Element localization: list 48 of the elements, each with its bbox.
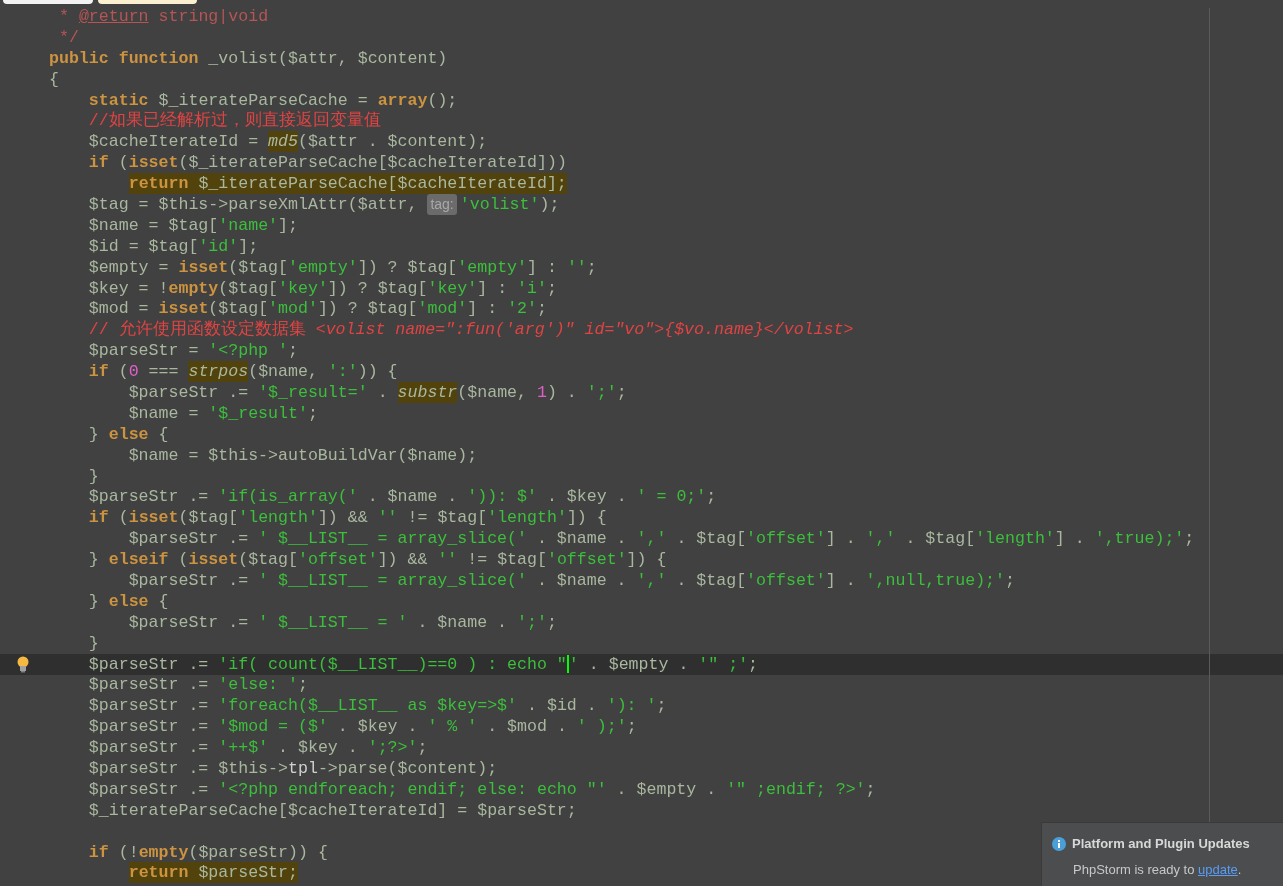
code-line: // 允许使用函数设定数据集 <volist name=":fun('arg')" id="vo">{$vo.name}</volist> — [87, 319, 854, 341]
code-line: $parseStr .= ' $__LIST__ = array_slice(' . $name . ',' . $tag['offset'] . ',' . $tag['length'] . ',true);'; — [127, 528, 1195, 550]
code-line: $cacheIterateId = md5($attr . $content); — [87, 131, 488, 153]
lightbulb-icon[interactable] — [16, 655, 30, 673]
code-line: $parseStr .= 'foreach($__LIST__ as $key=>$' . $id . '): '; — [87, 695, 667, 717]
code-line: return $_iterateParseCache[$cacheIterateId]; — [127, 173, 567, 195]
code-line: } else { — [87, 590, 169, 612]
code-line: $parseStr .= ' $__LIST__ = array_slice(' . $name . ',' . $tag['offset'] . ',null,true);'; — [127, 570, 1015, 591]
code-line: $parseStr .= 'if(is_array(' . $name . ')): $' . $key . ' = 0;'; — [87, 486, 717, 508]
code-line: $parseStr .= ' $__LIST__ = ' . $name . ';'; — [127, 611, 557, 633]
info-icon — [1052, 836, 1066, 851]
code-line: $parseStr .= '$_result=' . substr($name, 1) . ';'; — [127, 382, 627, 403]
code-line: */ — [57, 26, 79, 48]
code-line: if (isset($_iterateParseCache[$cacheIterateId])) — [87, 152, 567, 174]
code-line: $parseStr .= '++$' . $key . ';?>'; — [87, 737, 428, 759]
editor-tab[interactable] — [98, 0, 197, 4]
code-line: //如果已经解析过，则直接返回变量值 — [87, 110, 381, 132]
code-line: $id = $tag['id']; — [87, 235, 259, 257]
code-line: $empty = isset($tag['empty']) ? $tag['empty'] : ''; — [87, 256, 597, 278]
code-line: $parseStr .= '$mod = ($' . $key . ' % ' . $mod . ' );'; — [87, 716, 637, 738]
code-line: } — [87, 632, 99, 654]
code-line: if (!empty($parseStr)) { — [87, 841, 328, 863]
code-line: * @return string|void — [57, 5, 269, 27]
notification-message: PhpStorm is ready to update. — [1072, 860, 1243, 879]
code-line: $mod = isset($tag['mod']) ? $tag['mod'] : '2'; — [87, 298, 547, 319]
code-line: $parseStr .= '<?php endforeach; endif; else: echo "' . $empty . '" ;endif; ?>'; — [87, 778, 876, 800]
code-line: return $parseStr; — [127, 862, 298, 884]
code-line: } — [87, 465, 99, 487]
code-line: $name = $this->autoBuildVar($name); — [127, 444, 478, 466]
code-line: $name = '$_result'; — [127, 402, 318, 424]
code-line: $parseStr .= 'else: '; — [87, 674, 308, 696]
code-line: $parseStr .= $this->tpl->parse($content); — [87, 758, 498, 779]
code-line: { — [49, 68, 59, 90]
update-link[interactable]: update — [1198, 861, 1238, 877]
code-line: static $_iterateParseCache = array(); — [87, 89, 458, 111]
notification-title: Platform and Plugin Updates — [1072, 835, 1250, 853]
code-line: $parseStr = '<?php '; — [87, 340, 298, 362]
code-line: $tag = $this->parseXmlAttr($attr, tag: 'volist'); — [87, 193, 560, 215]
editor-tab[interactable] — [3, 0, 93, 4]
code-line: $_iterateParseCache[$cacheIterateId] = $parseStr; — [87, 799, 577, 821]
code-line: if (0 === strpos($name, ':')) { — [87, 361, 398, 383]
code-line: } else { — [87, 423, 169, 445]
code-line: if (isset($tag['length']) && '' != $tag['length']) { — [87, 507, 607, 529]
code-line: $key = !empty($tag['key']) ? $tag['key'] : 'i'; — [87, 277, 557, 299]
code-line: $parseStr .= 'if( count($__LIST__)==0 ) : echo "' . $empty . '" ;'; — [87, 653, 759, 675]
code-line: } elseif (isset($tag['offset']) && '' != $tag['offset']) { — [87, 549, 667, 571]
code-line: public function _volist($attr, $content) — [49, 47, 448, 69]
code-line: $name = $tag['name']; — [87, 214, 298, 236]
